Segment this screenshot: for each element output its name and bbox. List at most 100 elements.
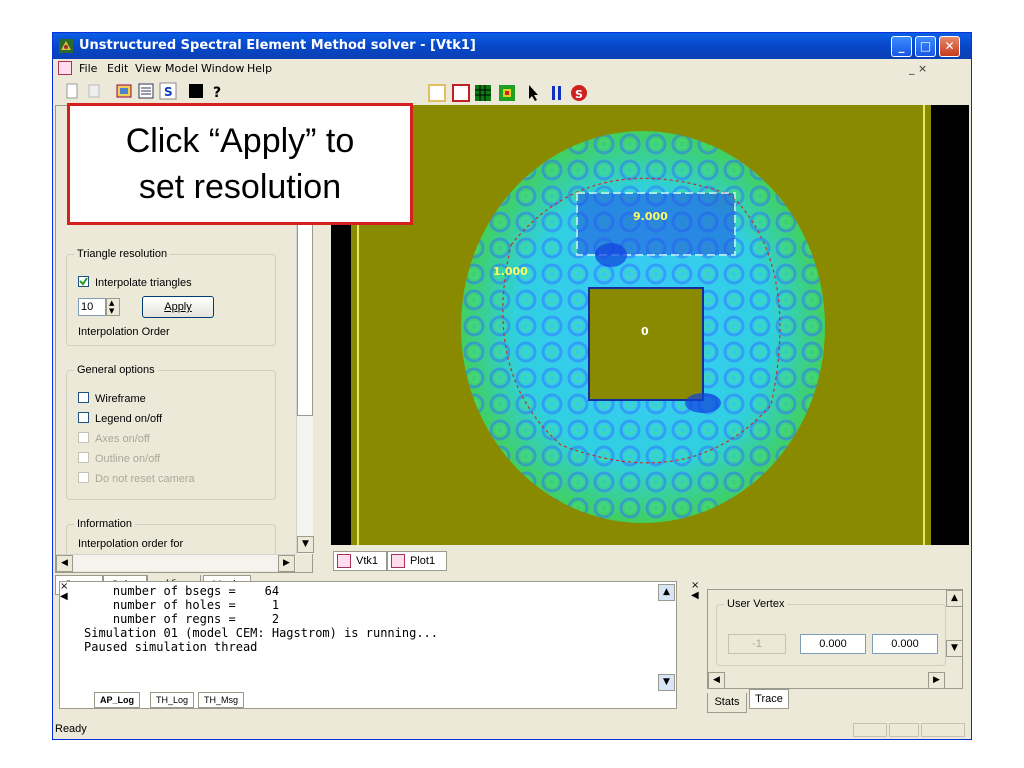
menu-file[interactable]: File (79, 62, 97, 75)
pause-icon[interactable] (547, 83, 567, 103)
scroll-left-icon[interactable]: ◀ (56, 555, 73, 572)
right-panel-close-icon[interactable]: × ◀ (691, 581, 699, 601)
title-bar[interactable]: Unstructured Spectral Element Method sol… (53, 33, 971, 59)
white-square-icon[interactable] (427, 83, 447, 103)
log-scroll-up-icon[interactable]: ▲ (658, 584, 675, 601)
log-line: number of holes = 1 (84, 598, 280, 612)
tab-trace[interactable]: Trace (749, 689, 789, 709)
close-button[interactable]: ✕ (939, 36, 960, 57)
svg-text:S: S (164, 85, 173, 99)
log-line: number of regns = 2 (84, 612, 280, 626)
legend-checkbox[interactable]: Legend on/off (78, 412, 162, 425)
interpolate-triangles-label: Interpolate triangles (95, 277, 192, 289)
instruction-callout: Click “Apply” to set resolution (67, 103, 413, 225)
checkbox-checked-icon[interactable] (78, 276, 89, 287)
triangle-resolution-label: Triangle resolution (74, 248, 171, 260)
rp-scroll-down-icon[interactable]: ▼ (946, 640, 963, 657)
tab-th-log[interactable]: TH_Log (150, 692, 195, 708)
status-text: Ready (55, 723, 87, 735)
horizontal-scrollbar[interactable]: ◀ ▶ (56, 554, 296, 572)
outline-square-icon[interactable] (451, 83, 471, 103)
vertex-x-field[interactable]: 0.000 (800, 634, 866, 654)
menu-model[interactable]: Model (165, 62, 198, 75)
rp-scroll-left-icon[interactable]: ◀ (708, 672, 725, 689)
maximize-button[interactable]: □ (915, 36, 936, 57)
vtk-viewer[interactable]: 9.000 1.000 0 (331, 105, 969, 545)
tab-stats[interactable]: Stats (707, 693, 747, 713)
tab-ap-log[interactable]: AP_Log (94, 692, 141, 708)
field-visualization[interactable]: 9.000 1.000 0 (331, 105, 969, 545)
spin-down-icon[interactable]: ▼ (109, 307, 114, 315)
status-bar: Ready (53, 721, 971, 739)
tab-plot1-label: Plot1 (410, 555, 436, 567)
general-options-label: General options (74, 364, 158, 376)
interpolate-triangles-checkbox[interactable]: Interpolate triangles (78, 276, 192, 289)
wireframe-checkbox[interactable]: Wireframe (78, 392, 146, 405)
label-left: 1.000 (493, 265, 528, 278)
callout-line2: set resolution (138, 168, 342, 206)
svg-text:?: ? (213, 85, 221, 100)
order-spinner[interactable]: ▲ ▼ (106, 298, 120, 316)
vertex-y-field[interactable]: 0.000 (872, 634, 938, 654)
user-vertex-label: User Vertex (724, 598, 788, 610)
apply-button[interactable]: Apply (142, 296, 214, 318)
menu-window[interactable]: Window (201, 62, 244, 75)
black-square-icon[interactable] (187, 82, 205, 100)
information-label: Information (74, 518, 136, 530)
rp-scroll-right-icon[interactable]: ▶ (928, 672, 945, 689)
list-icon[interactable] (137, 82, 155, 100)
tab-vtk1[interactable]: Vtk1 (333, 551, 387, 571)
status-pane (853, 723, 887, 737)
window-title: Unstructured Spectral Element Method sol… (79, 38, 476, 53)
stop-icon[interactable]: S (569, 83, 589, 103)
new-icon[interactable] (63, 82, 81, 100)
svg-text:S: S (575, 88, 583, 101)
tab-th-msg[interactable]: TH_Msg (198, 692, 245, 708)
menu-help[interactable]: Help (247, 62, 272, 75)
information-text: Interpolation order for (78, 538, 184, 550)
app-icon (59, 39, 73, 53)
status-pane (889, 723, 919, 737)
user-vertex-panel: × ◀ User Vertex -1 0.000 0.000 ▲ ▼ ◀ ▶ St… (691, 581, 969, 713)
contour-icon[interactable] (497, 83, 517, 103)
log-panel: × ◀ number of bsegs = 64 number of holes … (59, 581, 677, 709)
menu-view[interactable]: View (135, 62, 161, 75)
status-pane (921, 723, 965, 737)
document-icon (391, 554, 405, 568)
help-icon[interactable]: ? (209, 82, 227, 100)
paste-icon[interactable] (85, 82, 103, 100)
legend-label: Legend on/off (95, 413, 163, 425)
menu-edit[interactable]: Edit (107, 62, 128, 75)
menu-bar: File Edit View Model Window Help _ × (53, 59, 971, 79)
document-icon[interactable] (58, 61, 72, 75)
label-center: 0 (641, 325, 649, 338)
do-not-reset-camera-checkbox: Do not reset camera (78, 472, 195, 485)
label-top: 9.000 (633, 210, 668, 223)
log-line: number of bsegs = 64 (84, 584, 280, 598)
outline-label: Outline on/off (95, 453, 161, 465)
rp-scroll-up-icon[interactable]: ▲ (946, 590, 963, 607)
grid-icon[interactable] (473, 83, 493, 103)
do-not-reset-camera-label: Do not reset camera (95, 473, 195, 485)
axes-checkbox: Axes on/off (78, 432, 150, 445)
axes-label: Axes on/off (95, 433, 150, 445)
minimize-button[interactable]: _ (891, 36, 912, 57)
tab-vtk1-label: Vtk1 (356, 555, 379, 567)
model-icon[interactable] (115, 82, 133, 100)
spin-up-icon[interactable]: ▲ (109, 299, 114, 307)
order-input[interactable]: 10 (78, 298, 106, 316)
log-line: Paused simulation thread (84, 640, 258, 654)
log-scroll-down-icon[interactable]: ▼ (658, 674, 675, 691)
scroll-down-icon[interactable]: ▼ (297, 536, 314, 553)
log-line: Simulation 01 (model CEM: Hagstrom) is r… (84, 626, 439, 640)
log-panel-close-icon[interactable]: × ◀ (60, 582, 68, 602)
mdi-controls[interactable]: _ × (909, 62, 927, 75)
scroll-right-icon[interactable]: ▶ (278, 555, 295, 572)
callout-line1: Click “Apply” to (125, 122, 355, 160)
tab-plot1[interactable]: Plot1 (387, 551, 447, 571)
document-icon (337, 554, 351, 568)
pointer-icon[interactable] (523, 83, 543, 103)
log-output: number of bsegs = 64 number of holes = 1… (84, 584, 664, 692)
solver-icon[interactable]: S (159, 82, 177, 100)
user-vertex-frame: User Vertex -1 0.000 0.000 ▲ ▼ ◀ ▶ (707, 589, 963, 689)
